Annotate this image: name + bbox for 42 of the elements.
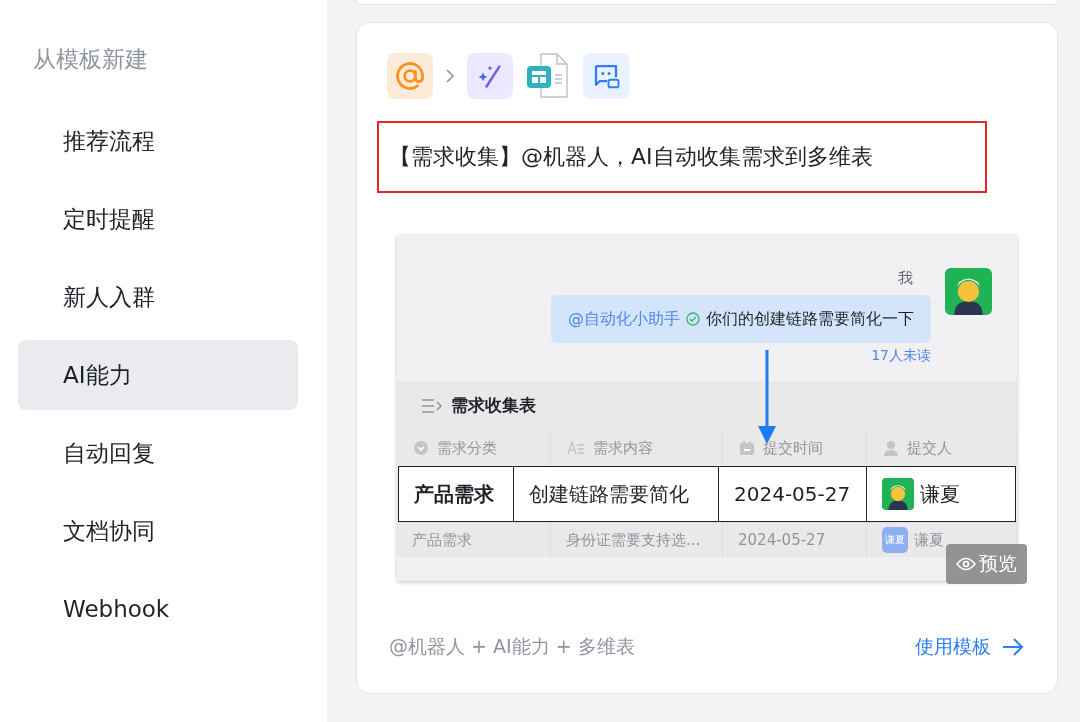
column-label: 提交时间 [763,438,823,458]
table-cell: 身份证需要支持选... [566,530,701,550]
column-label: 提交人 [907,438,952,458]
menu-icon [421,397,443,414]
calendar-icon [739,440,755,456]
spreadsheet-file-icon [525,53,571,99]
unread-count: 17人未读 [871,347,931,365]
table-cell: 创建链路需要简化 [529,480,689,508]
magic-wand-icon [476,62,504,90]
initials-avatar: 谦夏 [882,527,908,553]
template-title: 【需求收集】@机器人，AI自动收集需求到多维表 [377,121,987,193]
table-cell: 2024-05-27 [734,482,851,506]
table-cell: 谦夏 [920,480,960,508]
eye-icon [956,557,976,571]
use-template-link[interactable]: 使用模板 [915,634,1025,660]
arrow-right-icon [1001,637,1025,657]
message-text: 你们的创建链路需要简化一下 [706,308,914,330]
section-heading: 从模板新建 [33,45,149,74]
avatar-icon [945,268,992,315]
sidebar-item[interactable]: 自动回复 [18,418,298,488]
table-cell: 产品需求 [414,480,494,508]
sidebar-item[interactable]: AI能力 [18,340,298,410]
at-icon [393,59,427,93]
check-icon [686,312,700,326]
table-cell: 谦夏 [914,530,944,550]
sidebar-item[interactable]: 定时提醒 [18,184,298,254]
table-title: 需求收集表 [451,394,536,417]
column-label: 需求分类 [437,438,497,458]
sidebar-item[interactable]: 推荐流程 [18,106,298,176]
template-components: @机器人 + AI能力 + 多维表 [389,634,635,659]
sidebar-item[interactable]: Webhook [18,574,298,644]
table-cell: 产品需求 [412,530,472,550]
text-format-icon [567,440,585,456]
column-label: 需求内容 [593,438,653,458]
dropdown-icon [413,440,429,456]
sender-name: 我 [898,269,913,288]
avatar-icon [882,478,914,510]
person-icon [883,440,899,456]
sidebar-item[interactable]: 文档协同 [18,496,298,566]
table-cell: 2024-05-27 [738,531,826,549]
chevron-right-icon [445,69,455,83]
sidebar-item[interactable]: 新人入群 [18,262,298,332]
